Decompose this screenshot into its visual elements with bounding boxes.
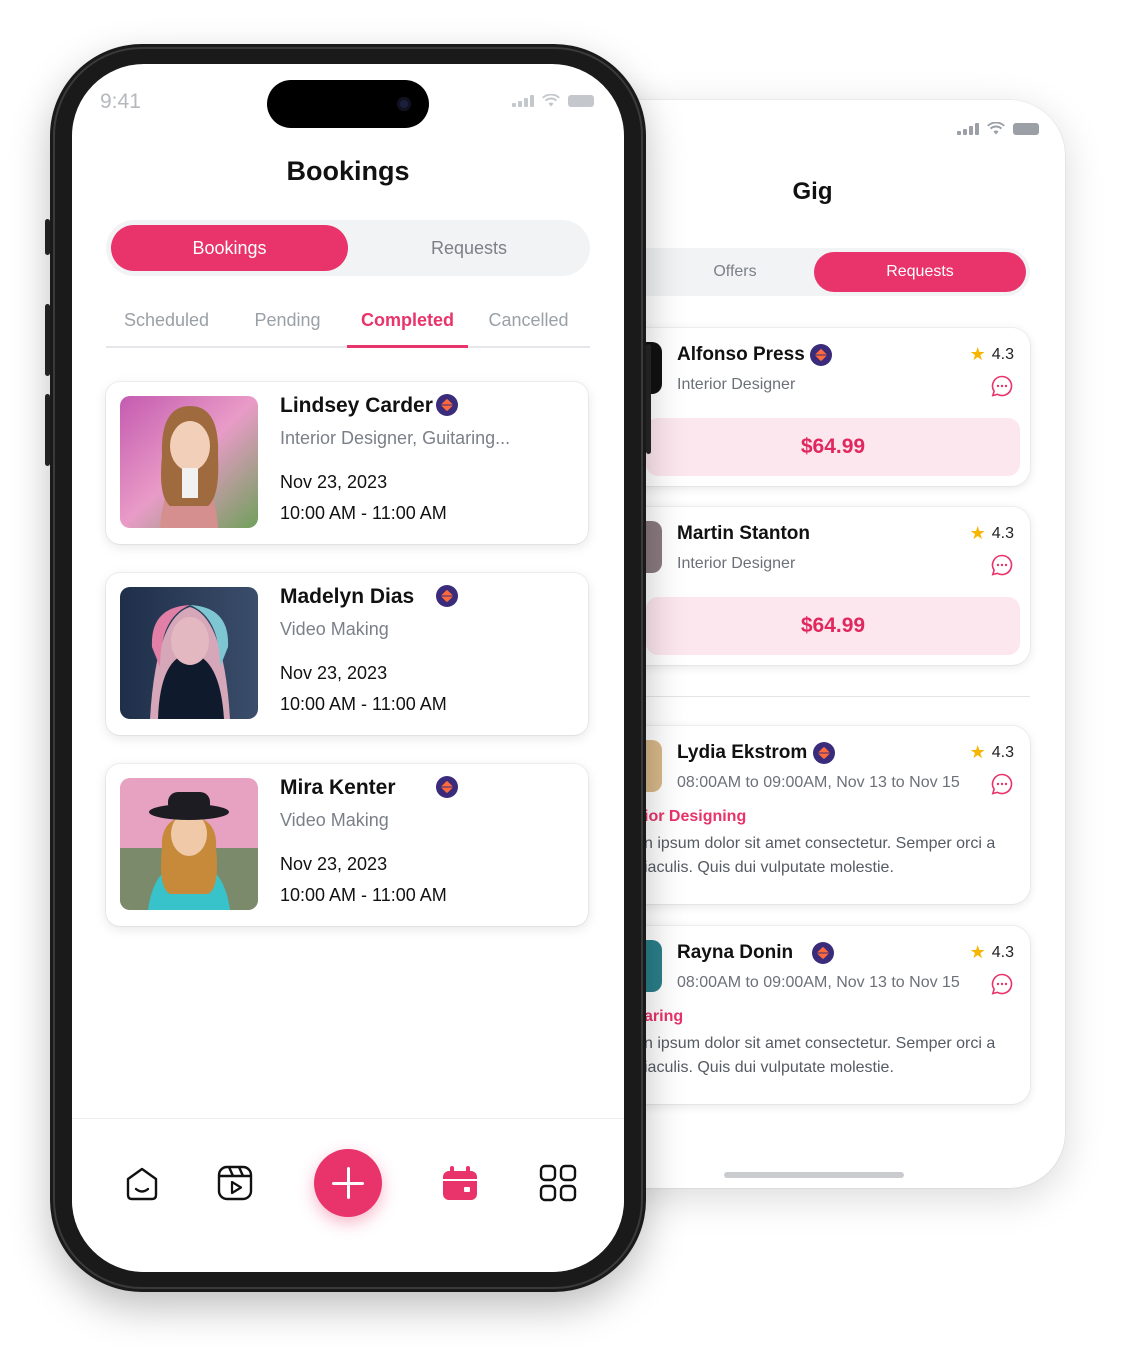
reels-icon[interactable] [215,1163,255,1203]
booking-time: 10:00 AM - 11:00 AM [280,694,447,714]
booking-name: Lindsey Carder [280,394,433,417]
booking-date: Nov 23, 2023 [280,854,388,874]
subtab-completed[interactable]: Completed [347,310,468,331]
verified-badge-icon [436,394,458,416]
request-description: n ipsum dolor sit amet consectetur. Semp… [644,1035,996,1076]
segment-control: Offers Requests [620,248,1030,296]
subtab-scheduled[interactable]: Scheduled [106,310,227,331]
signal-icon [957,122,979,135]
divider [600,696,1030,697]
booking-skills: Interior Designer, Guitaring... [280,428,511,448]
booking-card[interactable]: Madelyn Dias Video Making Nov 23, 2023 1… [106,573,588,735]
wifi-icon [987,122,1005,135]
chat-icon[interactable] [990,553,1014,577]
power-button [646,344,651,454]
chat-icon[interactable] [990,772,1014,796]
request-description: n ipsum dolor sit amet consectetur. Semp… [644,835,996,876]
calendar-icon[interactable] [440,1163,480,1203]
request-category: ior Designing [644,808,747,825]
chat-icon[interactable] [990,374,1014,398]
request-schedule: 08:00AM to 09:00AM, Nov 13 to Nov 15 [677,774,960,791]
star-icon: ★ [969,742,986,762]
rating: ★ 4.3 [969,523,1014,543]
status-bar [957,122,1039,135]
grid-icon[interactable] [538,1163,578,1203]
booking-time: 10:00 AM - 11:00 AM [280,885,447,905]
verified-badge-icon [436,776,458,798]
star-icon: ★ [969,523,986,543]
booking-date: Nov 23, 2023 [280,663,388,683]
page-title: Bookings [286,156,410,186]
star-icon: ★ [969,942,986,962]
volume-up-button [45,304,50,376]
tab-requests[interactable]: Requests [814,252,1026,292]
booking-skills: Video Making [280,619,389,639]
price-button[interactable]: $64.99 [646,418,1020,476]
signal-icon [512,94,534,107]
segment-control: Bookings Requests [106,220,590,276]
mute-switch [45,219,50,255]
active-tab-indicator [347,345,468,348]
status-time: 9:41 [100,90,141,113]
rating: ★ 4.3 [969,942,1014,962]
add-button[interactable] [314,1149,382,1217]
booking-time: 10:00 AM - 11:00 AM [280,503,447,523]
booking-skills: Video Making [280,810,389,830]
booking-card[interactable]: Lindsey Carder Interior Designer, Guitar… [106,382,588,544]
status-bar [512,94,594,107]
subtab-pending[interactable]: Pending [227,310,348,331]
home-indicator [724,1172,904,1178]
rating: ★ 4.3 [969,742,1014,762]
battery-icon [568,94,594,107]
offer-card[interactable]: Martin Stanton Interior Designer ★ 4.3 $6… [600,507,1030,665]
request-card[interactable]: Lydia Ekstrom 08:00AM to 09:00AM, Nov 13… [600,726,1030,904]
star-icon: ★ [969,344,986,364]
avatar [120,587,258,719]
request-name: Lydia Ekstrom [677,742,835,764]
dynamic-island [267,80,429,128]
request-schedule: 08:00AM to 09:00AM, Nov 13 to Nov 15 [677,974,960,991]
bookings-screen: 9:41 Bookings Bookings Requests Schedule… [72,64,624,1272]
tab-bookings[interactable]: Bookings [111,225,348,271]
battery-icon [1013,122,1039,135]
booking-card[interactable]: Mira Kenter Video Making Nov 23, 2023 10… [106,764,588,926]
home-icon[interactable] [122,1163,162,1203]
offer-role: Interior Designer [677,555,796,572]
price-button[interactable]: $64.99 [646,597,1020,655]
booking-name: Madelyn Dias [280,585,415,608]
verified-badge-icon [436,585,458,607]
avatar [120,396,258,528]
bottom-navigation [72,1118,624,1272]
offer-name: Martin Stanton [677,523,810,544]
request-category: aring [644,1008,684,1025]
verified-badge-icon [810,344,833,366]
chat-icon[interactable] [990,972,1014,996]
status-tabs: Scheduled Pending Completed Cancelled [106,300,590,348]
tab-requests[interactable]: Requests [348,220,590,276]
subtab-cancelled[interactable]: Cancelled [468,310,589,331]
wifi-icon [542,94,560,107]
phone-frame: 9:41 Bookings Bookings Requests Schedule… [45,44,651,1292]
request-name: Rayna Donin [677,942,835,964]
booking-name: Mira Kenter [280,776,396,799]
offer-role: Interior Designer [677,376,796,393]
request-card[interactable]: Rayna Donin 08:00AM to 09:00AM, Nov 13 t… [600,926,1030,1104]
rating: ★ 4.3 [969,344,1014,364]
booking-date: Nov 23, 2023 [280,472,388,492]
volume-down-button [45,394,50,466]
verified-badge-icon [812,742,835,764]
avatar [120,778,258,910]
offer-name: Alfonso Press [677,344,833,366]
offer-card[interactable]: Alfonso Press Interior Designer ★ 4.3 $64… [600,328,1030,486]
verified-badge-icon [812,942,835,964]
